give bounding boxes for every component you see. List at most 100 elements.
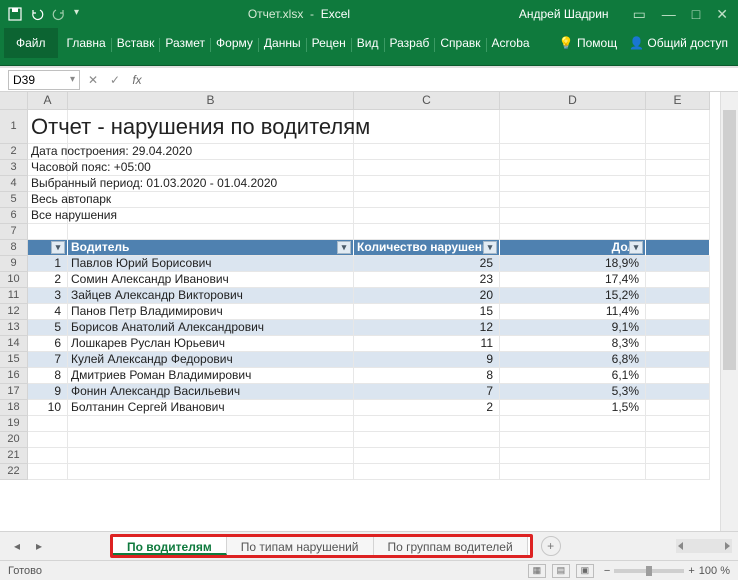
cell[interactable]: Болтанин Сергей Иванович <box>68 400 354 416</box>
cell[interactable]: Павлов Юрий Борисович <box>68 256 354 272</box>
name-box[interactable]: D39▾ <box>8 70 80 90</box>
cell[interactable]: 7 <box>28 352 68 368</box>
cell[interactable] <box>354 144 500 160</box>
cell[interactable] <box>500 144 646 160</box>
row-header[interactable]: 20 <box>0 432 28 448</box>
column-header-D[interactable]: D <box>500 92 646 110</box>
table-header-share[interactable]: Доля <box>500 240 646 256</box>
cell[interactable]: 9,1% <box>500 320 646 336</box>
row-header[interactable]: 6 <box>0 208 28 224</box>
sheet-nav-next-icon[interactable]: ▸ <box>28 539 50 553</box>
page-break-view-icon[interactable]: ▣ <box>576 564 594 578</box>
cancel-icon[interactable]: ✕ <box>82 73 104 87</box>
cell[interactable] <box>28 224 68 240</box>
tell-me[interactable]: 💡 Помощ <box>559 36 617 50</box>
cell[interactable]: 6,1% <box>500 368 646 384</box>
page-layout-view-icon[interactable]: ▤ <box>552 564 570 578</box>
cell[interactable] <box>28 416 68 432</box>
ribbon-tab[interactable]: Вид <box>352 28 384 58</box>
row-headers[interactable]: 12345678910111213141516171819202122 <box>0 110 28 480</box>
minimize-icon[interactable]: ― <box>662 7 676 21</box>
cell[interactable]: 17,4% <box>500 272 646 288</box>
close-icon[interactable]: ✕ <box>716 7 728 21</box>
cell[interactable] <box>646 224 710 240</box>
cell[interactable] <box>646 256 710 272</box>
sheet-tab-types[interactable]: По типам нарушений <box>227 537 374 555</box>
ribbon-tab[interactable]: Acroba <box>487 28 535 58</box>
ribbon-tab[interactable]: Рецен <box>307 28 351 58</box>
select-all-triangle[interactable] <box>0 92 28 110</box>
cell[interactable]: 3 <box>28 288 68 304</box>
cell[interactable] <box>28 432 68 448</box>
cell[interactable] <box>646 400 710 416</box>
cell[interactable]: 11 <box>354 336 500 352</box>
row-header[interactable]: 3 <box>0 160 28 176</box>
cell[interactable] <box>500 208 646 224</box>
cell[interactable] <box>646 352 710 368</box>
cell[interactable]: 4 <box>28 304 68 320</box>
add-sheet-icon[interactable]: + <box>541 536 561 556</box>
row-header[interactable]: 4 <box>0 176 28 192</box>
cell[interactable] <box>500 176 646 192</box>
cell[interactable] <box>500 432 646 448</box>
cell[interactable]: Фонин Александр Васильевич <box>68 384 354 400</box>
column-header-A[interactable]: A <box>28 92 68 110</box>
cell[interactable] <box>354 448 500 464</box>
view-switcher[interactable]: ▦ ▤ ▣ <box>528 564 594 578</box>
cell[interactable]: 10 <box>28 400 68 416</box>
cell[interactable] <box>68 464 354 480</box>
cell[interactable] <box>646 160 710 176</box>
cell[interactable] <box>646 110 710 144</box>
row-header[interactable]: 5 <box>0 192 28 208</box>
enter-icon[interactable]: ✓ <box>104 73 126 87</box>
cell[interactable]: Часовой пояс: +05:00 <box>28 160 68 176</box>
row-header[interactable]: 7 <box>0 224 28 240</box>
row-header[interactable]: 19 <box>0 416 28 432</box>
share-button[interactable]: 👤 Общий доступ <box>629 36 728 50</box>
cell[interactable]: 2 <box>28 272 68 288</box>
cell[interactable] <box>500 110 646 144</box>
column-header-B[interactable]: B <box>68 92 354 110</box>
filter-dropdown-icon[interactable] <box>337 241 351 254</box>
redo-icon[interactable] <box>52 7 66 21</box>
cell[interactable] <box>500 448 646 464</box>
cell[interactable] <box>68 432 354 448</box>
cell[interactable]: 9 <box>354 352 500 368</box>
cell[interactable]: Дмитриев Роман Владимирович <box>68 368 354 384</box>
cell[interactable] <box>646 416 710 432</box>
row-header[interactable]: 13 <box>0 320 28 336</box>
zoom-out-icon[interactable]: − <box>604 565 610 577</box>
cell[interactable]: 8,3% <box>500 336 646 352</box>
cell[interactable]: Весь автопарк <box>28 192 68 208</box>
row-header[interactable]: 11 <box>0 288 28 304</box>
cell[interactable] <box>646 176 710 192</box>
row-header[interactable]: 22 <box>0 464 28 480</box>
zoom-slider[interactable] <box>614 569 684 573</box>
cell[interactable] <box>646 384 710 400</box>
cell[interactable] <box>354 464 500 480</box>
cell[interactable] <box>500 192 646 208</box>
row-header[interactable]: 16 <box>0 368 28 384</box>
row-header[interactable]: 9 <box>0 256 28 272</box>
cell[interactable] <box>646 272 710 288</box>
cell[interactable] <box>68 416 354 432</box>
cell[interactable]: 7 <box>354 384 500 400</box>
cell[interactable]: Дата построения: 29.04.2020 <box>28 144 68 160</box>
cell[interactable] <box>354 224 500 240</box>
filter-dropdown-icon[interactable] <box>629 241 643 254</box>
cell[interactable]: 12 <box>354 320 500 336</box>
cell[interactable] <box>500 160 646 176</box>
cell[interactable] <box>354 110 500 144</box>
sheet-tab-groups[interactable]: По группам водителей <box>374 537 528 555</box>
row-header[interactable]: 14 <box>0 336 28 352</box>
cell[interactable] <box>354 208 500 224</box>
cell[interactable] <box>354 176 500 192</box>
fx-icon[interactable]: fx <box>126 73 148 87</box>
user-name[interactable]: Андрей Шадрин <box>519 7 609 21</box>
cell[interactable]: 1 <box>28 256 68 272</box>
table-header-num[interactable]: № <box>28 240 68 256</box>
cell[interactable]: Борисов Анатолий Александрович <box>68 320 354 336</box>
cell[interactable] <box>646 432 710 448</box>
tab-file[interactable]: Файл <box>4 28 58 58</box>
formula-input[interactable] <box>148 70 738 90</box>
